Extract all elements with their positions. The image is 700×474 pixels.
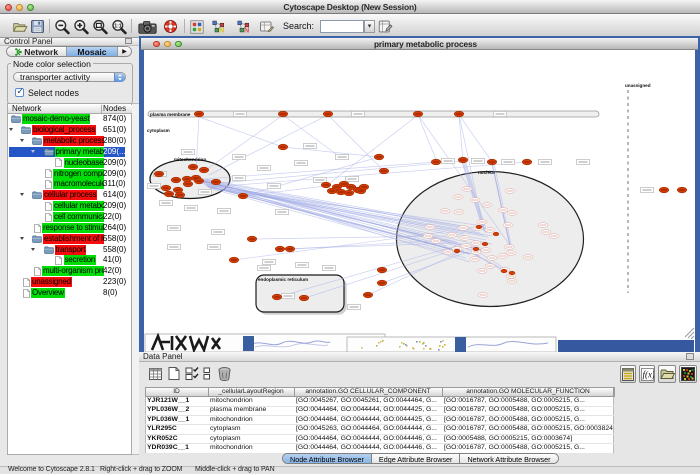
svg-text:1:1: 1:1 bbox=[114, 23, 122, 29]
svg-text:cytoplasm: cytoplasm bbox=[147, 128, 170, 133]
svg-text:N: N bbox=[219, 26, 224, 34]
svg-text:N: N bbox=[244, 26, 249, 34]
svg-text:plasma membrane: plasma membrane bbox=[150, 112, 191, 117]
svg-text:unassigned: unassigned bbox=[625, 83, 651, 88]
svg-text:endoplasmic reticulum: endoplasmic reticulum bbox=[258, 277, 308, 282]
svg-text:f(x): f(x) bbox=[642, 369, 654, 379]
svg-text:mitochondrion: mitochondrion bbox=[174, 157, 206, 162]
